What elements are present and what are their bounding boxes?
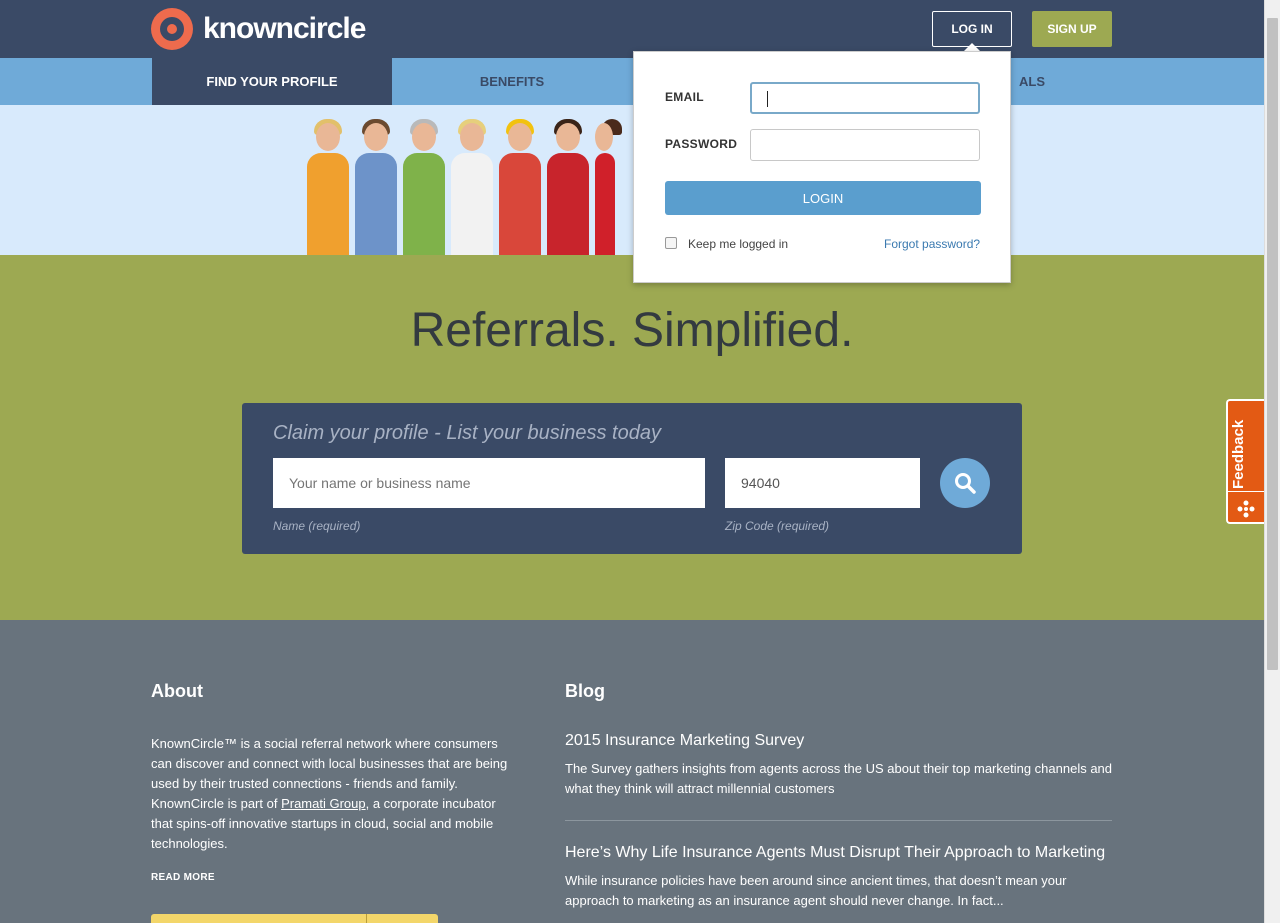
about-heading: About	[151, 681, 203, 701]
hero-search-section: Referrals. Simplified. Claim your profil…	[0, 255, 1264, 620]
read-more-link[interactable]: READ MORE	[151, 872, 215, 883]
person-figure	[353, 117, 399, 255]
nav-find-your-profile[interactable]: FIND YOUR PROFILE	[152, 58, 392, 105]
info-section: About KnownCircle™ is a social referral …	[0, 620, 1264, 923]
feedback-tab[interactable]: Feedback	[1226, 399, 1264, 524]
blog-post-title[interactable]: 2015 Insurance Marketing Survey	[565, 732, 1112, 750]
claim-profile-form: Claim your profile - List your business …	[242, 403, 1022, 554]
email-field[interactable]	[750, 82, 980, 114]
person-figure	[449, 117, 495, 255]
pramati-group-link[interactable]: Pramati Group	[281, 796, 366, 811]
brand-name: knowncircle	[203, 12, 366, 45]
divider	[1228, 491, 1264, 492]
page-scrollbar[interactable]	[1264, 0, 1280, 923]
search-icon	[955, 473, 976, 494]
dropdown-caret	[964, 43, 980, 51]
password-label: PASSWORD	[665, 137, 738, 151]
name-field-label: Name (required)	[273, 519, 361, 533]
business-name-input[interactable]	[273, 458, 705, 508]
keep-logged-in-label: Keep me logged in	[688, 237, 789, 251]
person-figure	[497, 117, 543, 255]
logo-icon	[151, 8, 193, 50]
top-header: knowncircle LOG IN SIGN UP	[0, 0, 1264, 58]
person-figure	[545, 117, 591, 255]
blog-post: 2015 Insurance Marketing Survey The Surv…	[565, 732, 1112, 799]
zip-field-label: Zip Code (required)	[725, 519, 830, 533]
login-button[interactable]: LOG IN	[932, 11, 1012, 47]
about-text: KnownCircle™ is a social referral networ…	[151, 734, 511, 854]
nav-benefits[interactable]: BENEFITS	[392, 58, 632, 105]
divider	[565, 820, 1112, 821]
email-label: EMAIL	[665, 90, 704, 104]
person-figure	[305, 117, 351, 255]
blog-post-title[interactable]: Here’s Why Life Insurance Agents Must Di…	[565, 844, 1112, 862]
login-submit-button[interactable]: LOGIN	[665, 181, 981, 215]
person-figure	[593, 117, 622, 255]
feedback-dots-icon	[1237, 500, 1255, 518]
blog-post-excerpt: While insurance policies have been aroun…	[565, 873, 1067, 908]
main-nav: FIND YOUR PROFILE BENEFITS ALS	[0, 58, 1264, 105]
feedback-label: Feedback	[1230, 419, 1247, 489]
person-figure	[401, 117, 447, 255]
scrollbar-thumb[interactable]	[1267, 18, 1278, 670]
login-dropdown: EMAIL PASSWORD LOGIN Keep me logged in F…	[633, 51, 1011, 283]
blog-post-excerpt: The Survey gathers insights from agents …	[565, 761, 1113, 796]
page-headline: Referrals. Simplified.	[410, 304, 854, 357]
keep-logged-in-checkbox[interactable]	[665, 237, 677, 249]
signup-button[interactable]: SIGN UP	[1032, 11, 1112, 47]
text-cursor	[767, 91, 768, 107]
blog-post: Here’s Why Life Insurance Agents Must Di…	[565, 844, 1112, 911]
professionals-image	[305, 117, 622, 255]
password-field[interactable]	[750, 129, 980, 161]
forgot-password-link[interactable]: Forgot password?	[884, 237, 980, 251]
search-button[interactable]	[940, 458, 990, 508]
zip-code-input[interactable]	[725, 458, 920, 508]
brand-logo[interactable]: knowncircle	[151, 8, 366, 50]
claim-title: Claim your profile - List your business …	[273, 422, 661, 444]
cta-button[interactable]	[151, 914, 438, 923]
hero-image-band	[0, 105, 1264, 255]
blog-heading: Blog	[565, 681, 605, 701]
